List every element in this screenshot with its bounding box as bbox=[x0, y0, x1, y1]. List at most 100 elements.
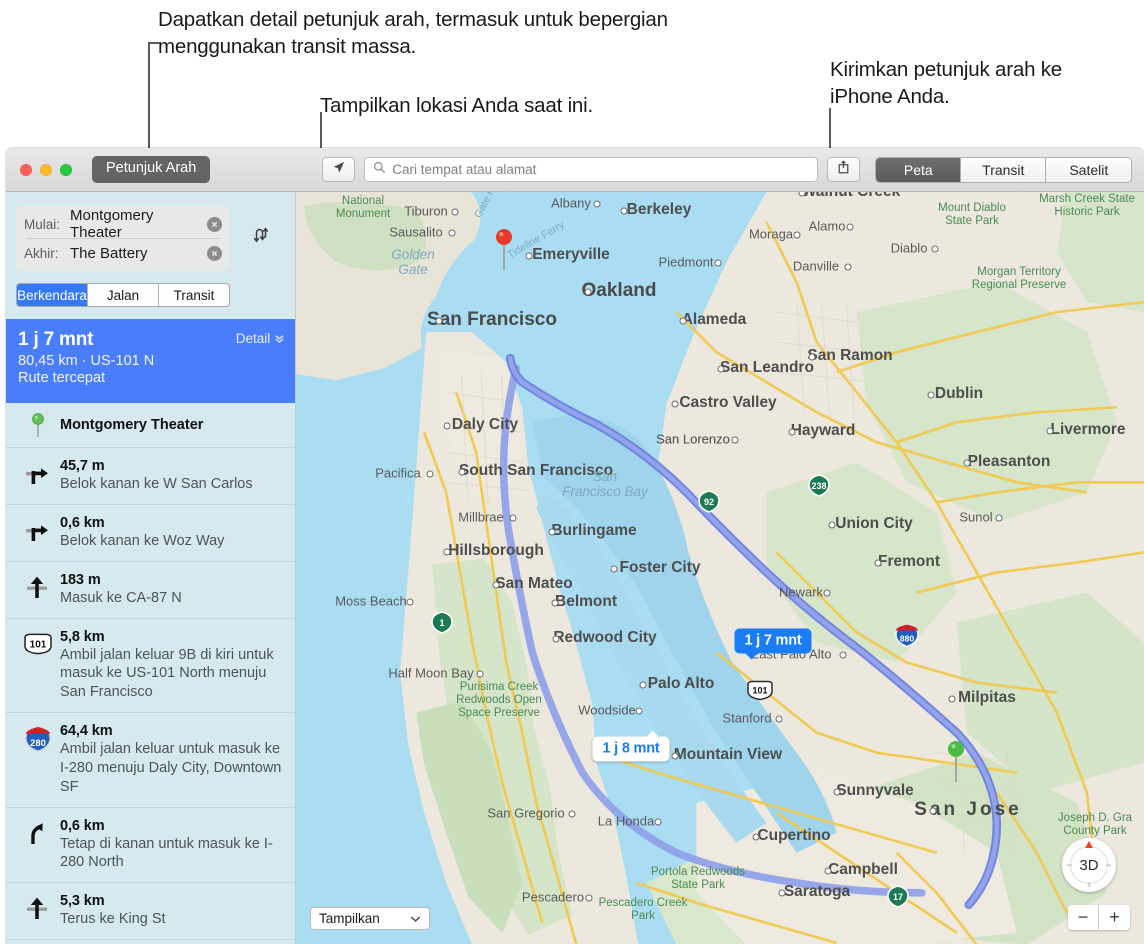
zoom-in-button[interactable]: + bbox=[1099, 905, 1130, 930]
step-row[interactable]: 101 5,8 km Ambil jalan keluar 9B di kiri… bbox=[6, 619, 295, 714]
show-dropdown-label: Tampilkan bbox=[319, 911, 380, 926]
swap-arrows-icon bbox=[250, 224, 272, 251]
map-city-dot bbox=[731, 436, 739, 444]
origin-pin-icon[interactable] bbox=[947, 740, 965, 789]
compass-3d-button[interactable]: 3D bbox=[1062, 838, 1116, 892]
travel-mode-berkendara[interactable]: Berkendara bbox=[17, 284, 88, 306]
end-field-row[interactable]: Akhir: The Battery bbox=[16, 239, 230, 267]
map-city-dot bbox=[451, 208, 459, 216]
step-row[interactable]: 5,3 km Terus ke King St bbox=[6, 883, 295, 941]
route-distance: 80,45 km · US-101 N bbox=[18, 353, 155, 369]
map-city-dot bbox=[568, 810, 576, 818]
map-city-dot bbox=[552, 635, 560, 643]
map-city-dot bbox=[846, 223, 853, 231]
minimize-window-button[interactable] bbox=[40, 163, 52, 176]
map-view[interactable]: San Francisco Oakland Berkeley Hayward Fremo… bbox=[296, 192, 1144, 944]
map-city-dot bbox=[476, 670, 484, 678]
zoom-out-button[interactable]: − bbox=[1068, 905, 1099, 930]
step-text: Masuk ke CA-87 N bbox=[60, 589, 182, 606]
map-city-dot bbox=[828, 521, 836, 529]
map-route-shield-238: 238 bbox=[806, 474, 832, 503]
map-canvas bbox=[296, 192, 1144, 944]
step-distance: 0,6 km bbox=[60, 817, 105, 834]
map-city-dot bbox=[788, 428, 796, 436]
step-row[interactable]: 0,6 km Tetap di kanan untuk masuk ke I-2… bbox=[6, 808, 295, 884]
share-button[interactable] bbox=[827, 157, 861, 182]
window-controls bbox=[20, 163, 72, 176]
map-city-dot bbox=[714, 259, 722, 267]
map-city-dot bbox=[963, 459, 971, 467]
svg-text:880: 880 bbox=[900, 634, 914, 644]
map-city-dot bbox=[635, 707, 643, 715]
leader-line-directions bbox=[148, 42, 150, 156]
map-city-dot bbox=[839, 651, 847, 659]
map-city-dot bbox=[927, 391, 935, 399]
travel-mode-jalan[interactable]: Jalan bbox=[88, 284, 159, 306]
locate-me-button[interactable] bbox=[322, 157, 356, 182]
share-icon bbox=[836, 159, 851, 180]
zoom-controls[interactable]: − + bbox=[1068, 905, 1130, 930]
map-route-shield-101: 101 bbox=[745, 679, 775, 708]
map-city-dot bbox=[752, 833, 760, 841]
map-city-dot bbox=[929, 807, 937, 815]
map-city-dot bbox=[874, 559, 882, 567]
swap-endpoints-button[interactable] bbox=[248, 224, 274, 250]
destination-pin-icon[interactable] bbox=[495, 228, 513, 277]
svg-text:238: 238 bbox=[811, 481, 826, 491]
route-badge-tail bbox=[744, 652, 759, 660]
annotation-share: Kirimkan petunjuk arah ke iPhone Anda. bbox=[830, 58, 1063, 109]
directions-button[interactable]: Petunjuk Arah bbox=[92, 156, 211, 183]
search-input[interactable] bbox=[392, 162, 818, 177]
route-badge-alternate[interactable]: 1 j 8 mnt bbox=[592, 730, 670, 762]
step-text: Terus ke King St bbox=[60, 911, 166, 928]
route-detail-toggle[interactable]: Detail bbox=[236, 331, 285, 346]
map-city-dot bbox=[509, 514, 517, 522]
step-distance: 0,6 km bbox=[60, 514, 105, 531]
svg-text:92: 92 bbox=[704, 497, 714, 507]
route-badge-selected[interactable]: 1 j 7 mnt bbox=[734, 628, 812, 660]
map-city-dot bbox=[406, 598, 414, 606]
view-mode-segmented-control[interactable]: Peta Transit Satelit bbox=[875, 156, 1133, 183]
step-distance: 183 m bbox=[60, 571, 101, 588]
close-window-button[interactable] bbox=[20, 163, 32, 176]
step-row[interactable]: 183 m Masuk ke CA-87 N bbox=[6, 562, 295, 619]
step-row[interactable]: 0,6 km Belok kanan ke Woz Way bbox=[6, 505, 295, 562]
search-field[interactable] bbox=[364, 157, 819, 182]
map-city-dot bbox=[426, 470, 434, 478]
view-mode-satelit[interactable]: Satelit bbox=[1046, 157, 1132, 182]
end-field-value[interactable]: The Battery bbox=[70, 245, 207, 262]
step-distance: 5,3 km bbox=[60, 893, 105, 910]
route-badge-tail bbox=[645, 730, 660, 738]
step-distance: 45,7 m bbox=[60, 458, 105, 474]
view-mode-transit[interactable]: Transit bbox=[961, 157, 1047, 182]
compass-tick-left bbox=[1067, 864, 1072, 866]
show-dropdown[interactable]: Tampilkan bbox=[310, 907, 430, 930]
route-summary-card[interactable]: 1 j 7 mnt 80,45 km · US-101 N Rute terce… bbox=[6, 319, 295, 403]
svg-text:101: 101 bbox=[752, 686, 767, 696]
map-city-dot bbox=[931, 245, 939, 253]
step-origin[interactable]: Montgomery Theater bbox=[6, 403, 295, 448]
route-note: Rute tercepat bbox=[18, 370, 106, 386]
directions-steps-list[interactable]: Montgomery Theater 45,7 m Belok kanan ke… bbox=[6, 403, 295, 944]
map-city-dot bbox=[548, 528, 556, 536]
map-route-shield-1: 1 bbox=[429, 611, 455, 640]
step-row[interactable]: 3,8 km bbox=[6, 940, 295, 944]
step-row[interactable]: 280 64,4 km Ambil jalan keluar untuk mas… bbox=[6, 713, 295, 808]
map-city-dot bbox=[671, 752, 679, 760]
travel-mode-transit[interactable]: Transit bbox=[159, 284, 229, 306]
view-mode-peta[interactable]: Peta bbox=[876, 157, 962, 182]
travel-mode-segmented-control[interactable]: Berkendara Jalan Transit bbox=[16, 283, 230, 307]
start-field-value[interactable]: Montgomery Theater bbox=[70, 207, 207, 241]
map-city-dot bbox=[458, 468, 466, 476]
annotation-location: Tampilkan lokasi Anda saat ini. bbox=[320, 94, 593, 117]
svg-text:101: 101 bbox=[30, 639, 47, 650]
start-field-row[interactable]: Mulai: Montgomery Theater bbox=[16, 207, 230, 241]
svg-text:280: 280 bbox=[30, 738, 46, 749]
clear-end-icon[interactable] bbox=[207, 245, 222, 261]
maximize-window-button[interactable] bbox=[60, 163, 72, 176]
step-row[interactable]: 45,7 m Belok kanan ke W San Carlos bbox=[6, 448, 295, 505]
chevron-down-icon bbox=[410, 911, 421, 926]
annotation-directions: Dapatkan detail petunjuk arah, termasuk … bbox=[158, 8, 668, 59]
chevron-double-down-icon bbox=[274, 331, 285, 346]
clear-start-icon[interactable] bbox=[207, 216, 222, 232]
